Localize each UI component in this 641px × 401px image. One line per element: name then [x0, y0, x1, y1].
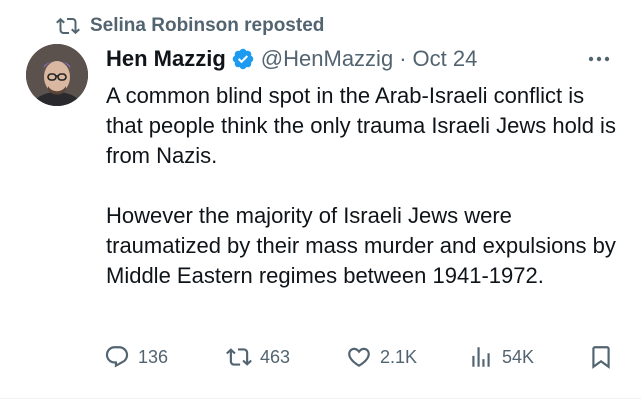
- views-button[interactable]: 54K: [468, 340, 534, 374]
- bookmark-button[interactable]: [588, 340, 614, 374]
- repost-count: 463: [260, 346, 291, 367]
- tweet-text: A common blind spot in the Arab-Israeli …: [106, 81, 621, 291]
- reply-count: 136: [138, 346, 169, 367]
- separator-dot: ·: [399, 46, 407, 71]
- repost-button[interactable]: 463: [226, 340, 290, 374]
- repost-indicator[interactable]: Selina Robinson reposted: [56, 12, 325, 40]
- more-options-icon: [588, 56, 610, 62]
- tweet-paragraph: However the majority of Israeli Jews wer…: [106, 203, 616, 288]
- tweet-header: Hen Mazzig @HenMazzig · Oct 24: [106, 42, 477, 76]
- reply-icon: [105, 346, 129, 368]
- tweet-card[interactable]: Selina Robinson reposted Hen Mazzig @Hen…: [0, 0, 641, 401]
- repost-label: Selina Robinson reposted: [90, 15, 325, 36]
- repost-icon: [226, 348, 252, 366]
- tweet-actions: 136 463 2.1K 54K: [0, 340, 641, 374]
- divider: [0, 398, 641, 399]
- like-button[interactable]: 2.1K: [346, 340, 417, 374]
- like-icon: [348, 347, 370, 367]
- bookmark-icon: [592, 346, 610, 369]
- tweet-paragraph: A common blind spot in the Arab-Israeli …: [106, 83, 616, 168]
- views-icon: [472, 347, 490, 367]
- verified-badge-icon[interactable]: [231, 47, 255, 71]
- author-handle[interactable]: @HenMazzig: [261, 46, 393, 72]
- like-count: 2.1K: [380, 346, 418, 367]
- reply-button[interactable]: 136: [104, 340, 168, 374]
- views-count: 54K: [502, 346, 535, 367]
- more-options-button[interactable]: [584, 48, 614, 70]
- tweet-date[interactable]: Oct 24: [413, 46, 478, 72]
- repost-icon: [56, 17, 80, 35]
- avatar-image: [26, 44, 88, 106]
- avatar[interactable]: [26, 44, 88, 106]
- author-name[interactable]: Hen Mazzig: [106, 46, 226, 72]
